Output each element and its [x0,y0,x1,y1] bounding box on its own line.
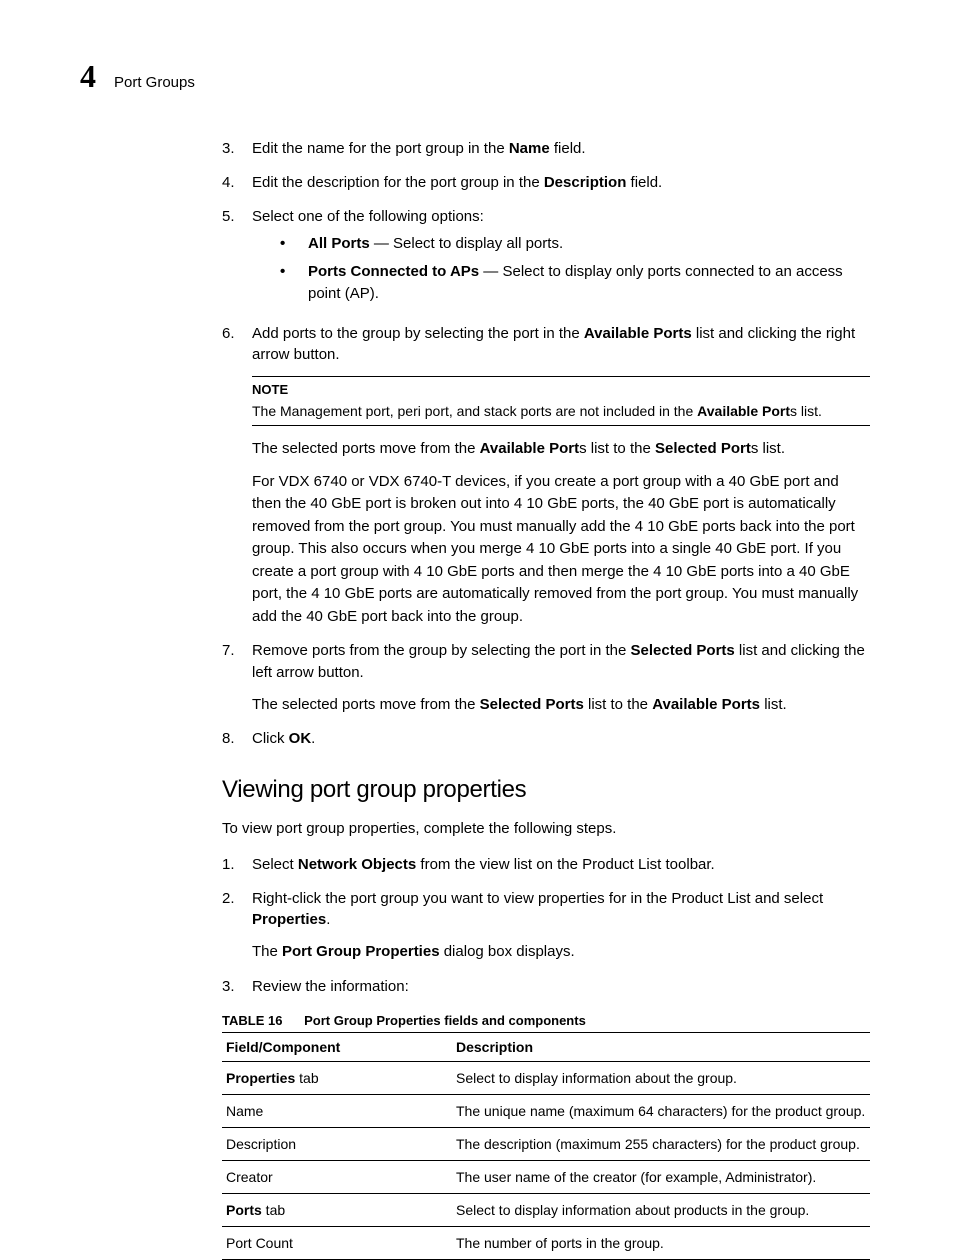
cell-desc: Select to display information about the … [452,1062,870,1095]
step-6: 6. Add ports to the group by selecting t… [222,323,870,629]
step-body: Add ports to the group by selecting the … [252,323,870,367]
note-text: The Management port, peri port, and stac… [252,402,870,422]
procedure-steps-a: 3. Edit the name for the port group in t… [222,138,870,750]
chapter-number: 4 [80,58,96,95]
note-label: NOTE [252,381,870,400]
step-body: Edit the name for the port group in the … [252,138,870,160]
cell-field: Port Count [222,1227,452,1260]
step-b2-para1: The Port Group Properties dialog box dis… [252,941,870,964]
cell-field: Ports tab [222,1194,452,1227]
step-number: 3. [222,138,252,160]
step-7: 7. Remove ports from the group by select… [222,640,870,716]
bullet-icon: • [280,233,308,255]
cell-desc: The unique name (maximum 64 characters) … [452,1095,870,1128]
step-number: 6. [222,323,252,367]
step-body: Click OK. [252,728,870,750]
step-number: 5. [222,206,252,311]
step-number: 3. [222,976,252,998]
step-3: 3. Edit the name for the port group in t… [222,138,870,160]
table-row: Creator The user name of the creator (fo… [222,1161,870,1194]
col-field: Field/Component [222,1033,452,1062]
col-desc: Description [452,1033,870,1062]
step-b2: 2. Right-click the port group you want t… [222,888,870,964]
cell-field: Name [222,1095,452,1128]
page-header: 4 Port Groups [80,58,870,95]
step-number: 2. [222,888,252,932]
table-row: Description The description (maximum 255… [222,1128,870,1161]
cell-field: Creator [222,1161,452,1194]
step-6-para1: The selected ports move from the Availab… [252,438,870,461]
step-8: 8. Click OK. [222,728,870,750]
properties-table: Field/Component Description Properties t… [222,1032,870,1260]
step-number: 8. [222,728,252,750]
step-5-options: • All Ports — Select to display all port… [252,233,870,304]
note-box: NOTE The Management port, peri port, and… [252,376,870,426]
step-body: Select one of the following options: • A… [252,206,870,311]
chapter-title: Port Groups [114,74,195,91]
table-caption: TABLE 16 Port Group Properties fields an… [222,1013,870,1028]
step-body: Remove ports from the group by selecting… [252,640,870,684]
table-row: Ports tab Select to display information … [222,1194,870,1227]
page-content: 3. Edit the name for the port group in t… [222,138,870,1260]
table-row: Port Count The number of ports in the gr… [222,1227,870,1260]
step-body: Edit the description for the port group … [252,172,870,194]
step-4: 4. Edit the description for the port gro… [222,172,870,194]
step-number: 4. [222,172,252,194]
step-body: Right-click the port group you want to v… [252,888,870,932]
step-b3: 3. Review the information: [222,976,870,998]
cell-desc: The description (maximum 255 characters)… [452,1128,870,1161]
option-ports-to-aps: • Ports Connected to APs — Select to dis… [252,261,870,305]
option-all-ports: • All Ports — Select to display all port… [252,233,870,255]
table-row: Name The unique name (maximum 64 charact… [222,1095,870,1128]
step-7-para1: The selected ports move from the Selecte… [252,694,870,717]
step-body: Review the information: [252,976,870,998]
cell-desc: The number of ports in the group. [452,1227,870,1260]
bullet-icon: • [280,261,308,305]
step-number: 7. [222,640,252,684]
step-body: Select Network Objects from the view lis… [252,854,870,876]
cell-field: Description [222,1128,452,1161]
cell-desc: The user name of the creator (for exampl… [452,1161,870,1194]
step-b1: 1. Select Network Objects from the view … [222,854,870,876]
procedure-steps-b: 1. Select Network Objects from the view … [222,854,870,998]
document-page: 4 Port Groups 3. Edit the name for the p… [0,0,954,1235]
table-header-row: Field/Component Description [222,1033,870,1062]
cell-field: Properties tab [222,1062,452,1095]
step-5: 5. Select one of the following options: … [222,206,870,311]
section-heading: Viewing port group properties [222,776,870,804]
step-6-para2: For VDX 6740 or VDX 6740-T devices, if y… [252,471,870,629]
table-row: Properties tab Select to display informa… [222,1062,870,1095]
step-number: 1. [222,854,252,876]
section-lead: To view port group properties, complete … [222,818,870,840]
cell-desc: Select to display information about prod… [452,1194,870,1227]
